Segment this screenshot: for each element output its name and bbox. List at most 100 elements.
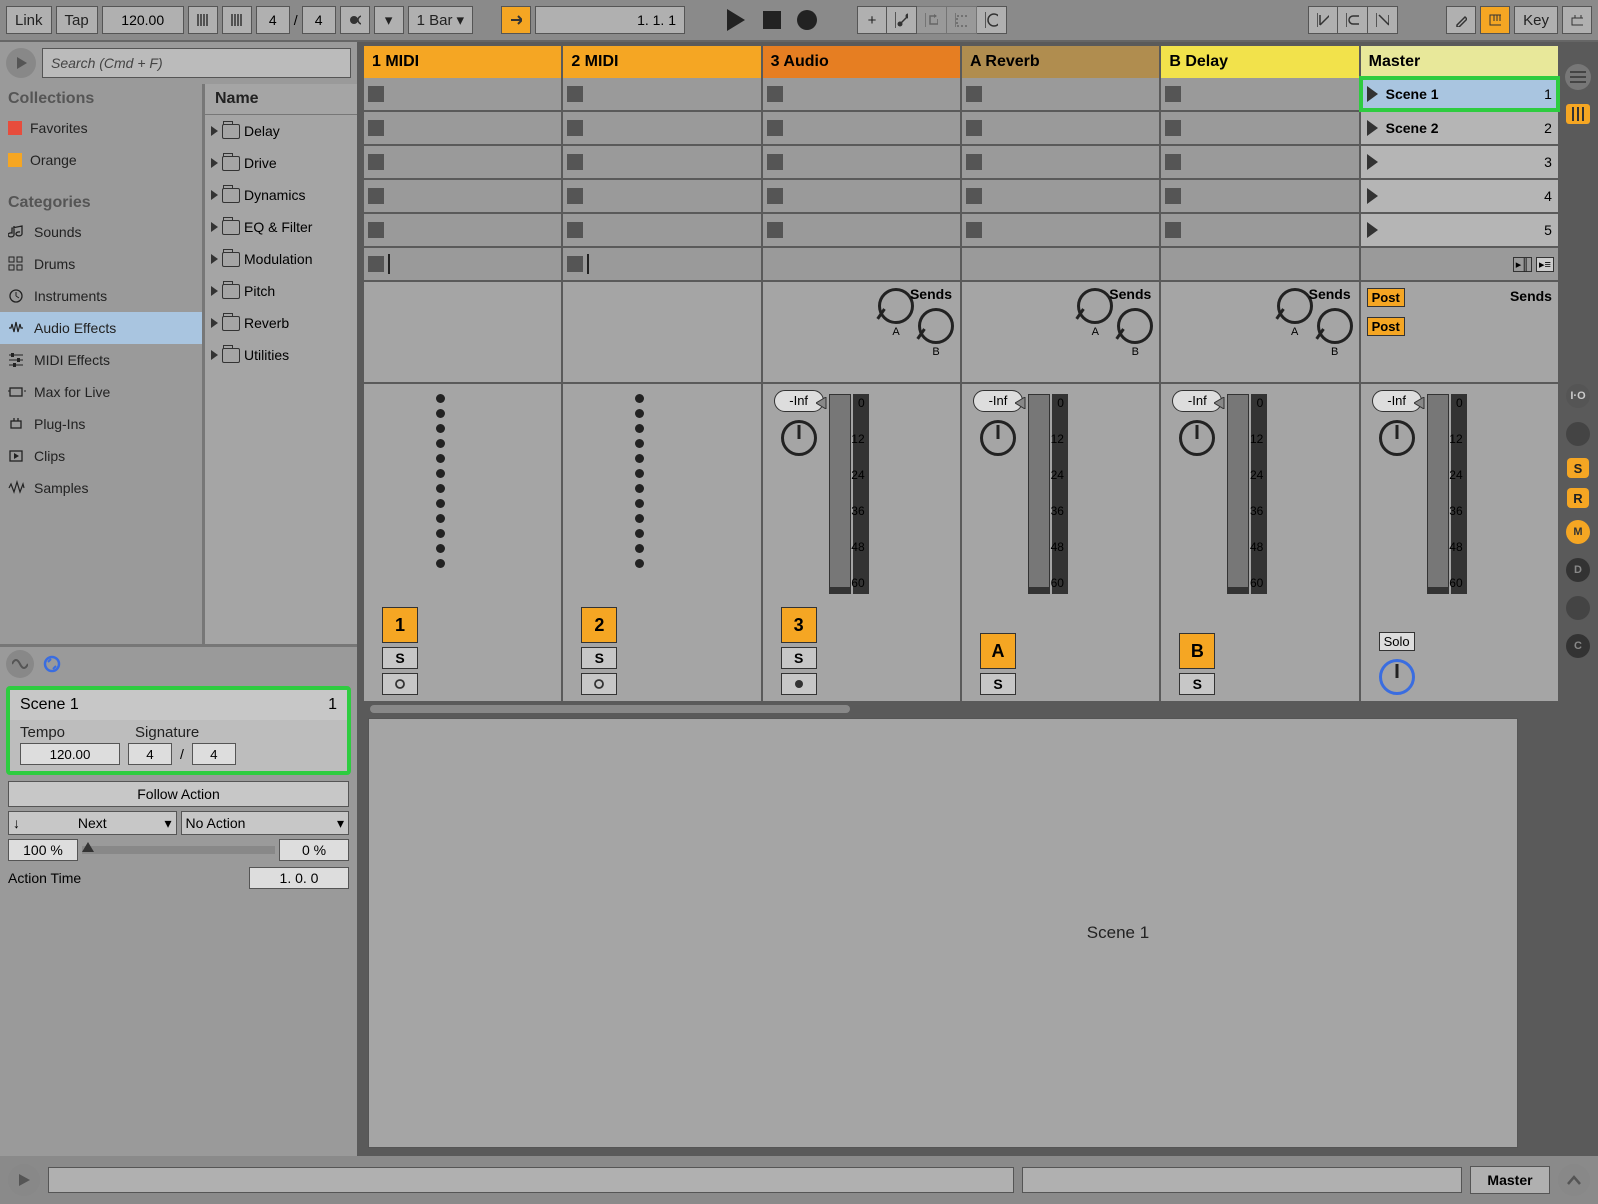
tap-button[interactable]: Tap bbox=[56, 6, 98, 34]
cat-plugins[interactable]: Plug-Ins bbox=[0, 408, 202, 440]
track-activator[interactable]: B bbox=[1179, 633, 1215, 669]
volume-fader[interactable] bbox=[1028, 394, 1050, 594]
clip-slot[interactable] bbox=[1161, 146, 1358, 178]
cat-samples[interactable]: Samples bbox=[0, 472, 202, 504]
play-button[interactable] bbox=[723, 7, 749, 33]
scene-sig-num-field[interactable] bbox=[128, 743, 172, 765]
arrangement-position[interactable]: 1. 1. 1 bbox=[535, 6, 685, 34]
track-header-1[interactable]: 1 MIDI bbox=[364, 46, 561, 78]
scene-launch-5[interactable]: 5 bbox=[1361, 214, 1558, 246]
bottom-play-icon[interactable] bbox=[8, 1164, 40, 1196]
clip-slot[interactable] bbox=[1161, 112, 1358, 144]
folder-utilities[interactable]: Utilities bbox=[205, 339, 357, 371]
clip-slot[interactable] bbox=[1161, 180, 1358, 212]
name-column-header[interactable]: Name bbox=[205, 84, 357, 115]
cat-audio-effects[interactable]: Audio Effects bbox=[0, 312, 202, 344]
computer-midi-keyboard-icon[interactable] bbox=[1480, 6, 1510, 34]
send-b-knob[interactable] bbox=[1317, 308, 1353, 344]
cat-drums[interactable]: Drums bbox=[0, 248, 202, 280]
track-activator[interactable]: 3 bbox=[781, 607, 817, 643]
track-activator[interactable]: 2 bbox=[581, 607, 617, 643]
clip-slot[interactable] bbox=[962, 146, 1159, 178]
cat-sounds[interactable]: Sounds bbox=[0, 216, 202, 248]
io-toggle[interactable]: I·O bbox=[1566, 384, 1590, 408]
send-a-knob[interactable] bbox=[1277, 288, 1313, 324]
track-activator[interactable]: A bbox=[980, 633, 1016, 669]
clip-slot[interactable] bbox=[763, 214, 960, 246]
r-toggle[interactable]: R bbox=[1567, 488, 1589, 508]
solo-button[interactable]: S bbox=[781, 647, 817, 669]
preview-play-icon[interactable] bbox=[6, 48, 36, 78]
cat-clips[interactable]: Clips bbox=[0, 440, 202, 472]
volume-fader[interactable] bbox=[1227, 394, 1249, 594]
track-status-row[interactable] bbox=[364, 248, 561, 280]
clip-slot[interactable] bbox=[962, 180, 1159, 212]
clip-slot[interactable] bbox=[563, 180, 760, 212]
c-toggle[interactable]: C bbox=[1566, 634, 1590, 658]
scene-tempo-field[interactable] bbox=[20, 743, 120, 765]
volume-fader[interactable] bbox=[1427, 394, 1449, 594]
loop-icon[interactable] bbox=[1338, 6, 1368, 34]
track-header-3[interactable]: 3 Audio bbox=[763, 46, 960, 78]
cat-midi-effects[interactable]: MIDI Effects bbox=[0, 344, 202, 376]
pan-knob[interactable] bbox=[980, 420, 1016, 456]
follow-action-button[interactable]: Follow Action bbox=[8, 781, 349, 807]
nudge-up-icon[interactable] bbox=[222, 6, 252, 34]
sends-toggle[interactable] bbox=[1566, 422, 1590, 446]
clip-slot[interactable] bbox=[364, 112, 561, 144]
tempo-field[interactable]: 120.00 bbox=[102, 6, 184, 34]
crossfader-b[interactable] bbox=[1022, 1167, 1462, 1193]
master-header[interactable]: Master bbox=[1361, 46, 1558, 78]
track-header-2[interactable]: 2 MIDI bbox=[563, 46, 760, 78]
clip-slot[interactable] bbox=[962, 214, 1159, 246]
bottom-master-button[interactable]: Master bbox=[1470, 1166, 1550, 1194]
clip-slot[interactable] bbox=[1161, 78, 1358, 110]
m-toggle[interactable]: M bbox=[1566, 520, 1590, 544]
automation-arm-icon[interactable] bbox=[887, 6, 917, 34]
clip-slot[interactable] bbox=[364, 214, 561, 246]
clip-slot[interactable] bbox=[563, 146, 760, 178]
post-b-button[interactable]: Post bbox=[1367, 317, 1405, 336]
clip-slot[interactable] bbox=[563, 78, 760, 110]
track-status-row[interactable] bbox=[563, 248, 760, 280]
follow-action-chance-a[interactable]: 100 % bbox=[8, 839, 78, 861]
collection-orange[interactable]: Orange bbox=[0, 144, 202, 176]
volume-fader[interactable] bbox=[829, 394, 851, 594]
solo-button[interactable]: S bbox=[581, 647, 617, 669]
crossfader-a[interactable] bbox=[48, 1167, 1014, 1193]
follow-icon[interactable] bbox=[501, 6, 531, 34]
session-record-icon[interactable] bbox=[977, 6, 1007, 34]
hot-swap-icon[interactable] bbox=[40, 652, 64, 676]
arrangement-view-icon[interactable] bbox=[1566, 104, 1590, 124]
solo-button[interactable]: Solo bbox=[1379, 632, 1415, 651]
s-toggle[interactable]: S bbox=[1567, 458, 1589, 478]
punch-icon[interactable] bbox=[1368, 6, 1398, 34]
link-button[interactable]: Link bbox=[6, 6, 52, 34]
clip-slot[interactable] bbox=[763, 112, 960, 144]
clip-slot[interactable] bbox=[763, 146, 960, 178]
overdub-icon[interactable]: + bbox=[857, 6, 887, 34]
search-input[interactable]: Search (Cmd + F) bbox=[42, 48, 351, 78]
quantize-menu[interactable]: 1 Bar▾ bbox=[408, 6, 473, 34]
solo-button[interactable]: S bbox=[382, 647, 418, 669]
track-status-row[interactable] bbox=[1161, 248, 1358, 280]
clip-slot[interactable] bbox=[962, 112, 1159, 144]
folder-reverb[interactable]: Reverb bbox=[205, 307, 357, 339]
follow-action-b[interactable]: No Action▾ bbox=[181, 811, 350, 835]
capture-icon[interactable] bbox=[947, 6, 977, 34]
folder-eq-filter[interactable]: EQ & Filter bbox=[205, 211, 357, 243]
folder-dynamics[interactable]: Dynamics bbox=[205, 179, 357, 211]
track-status-row[interactable] bbox=[763, 248, 960, 280]
follow-action-slider[interactable] bbox=[82, 846, 275, 854]
track-header-4[interactable]: A Reverb bbox=[962, 46, 1159, 78]
cat-instruments[interactable]: Instruments bbox=[0, 280, 202, 312]
clip-slot[interactable] bbox=[763, 180, 960, 212]
reenable-automation-icon[interactable] bbox=[917, 6, 947, 34]
track-status-row[interactable] bbox=[962, 248, 1159, 280]
d-toggle[interactable]: D bbox=[1566, 558, 1590, 582]
stop-all-icon[interactable]: ▸║ bbox=[1513, 257, 1532, 272]
track-header-5[interactable]: B Delay bbox=[1161, 46, 1358, 78]
arm-button[interactable] bbox=[781, 673, 817, 695]
pan-knob[interactable] bbox=[781, 420, 817, 456]
follow-action-a[interactable]: ↓Next▾ bbox=[8, 811, 177, 835]
